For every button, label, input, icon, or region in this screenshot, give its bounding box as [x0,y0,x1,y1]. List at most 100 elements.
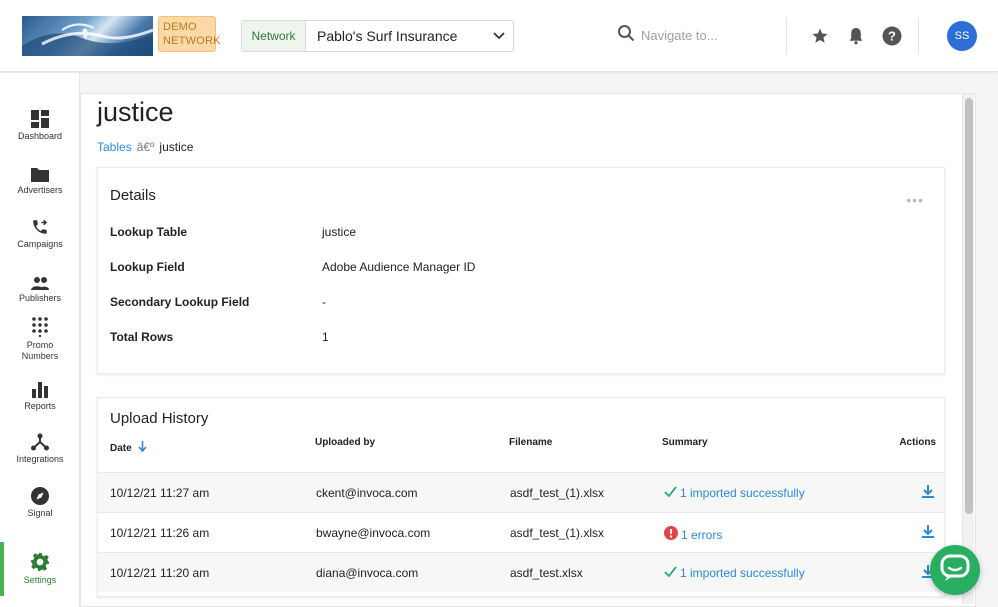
divider [786,18,787,54]
cell-uploaded-by: ckent@invoca.com [316,486,418,500]
chevron-down-icon[interactable] [485,32,513,40]
demo-network-badge: DEMO NETWORK [158,16,220,52]
summary-text: 1 imported successfully [680,566,805,580]
cell-filename: asdf_test.xlsx [510,566,583,580]
check-icon [664,486,677,500]
sidebar-item-integrations[interactable]: Integrations [0,429,80,465]
vertical-scrollbar[interactable] [962,94,974,604]
breadcrumb-tables-link[interactable]: Tables [97,140,132,154]
sidebar-item-settings[interactable]: Settings [0,542,80,596]
chat-button[interactable] [930,545,980,595]
sidebar-item-promo-numbers[interactable]: Promo Numbers [0,315,80,362]
detail-value: - [322,295,326,309]
detail-value: Adobe Audience Manager ID [322,260,476,274]
more-options-icon[interactable]: ••• [906,192,924,208]
download-icon[interactable] [922,525,934,541]
column-header-label: Date [110,442,132,454]
network-value: Pablo's Surf Insurance [317,28,458,44]
network-logo[interactable] [22,16,153,56]
user-avatar[interactable]: SS [947,21,977,51]
svg-text:?: ? [888,29,896,44]
sidebar-item-label: Dashboard [17,131,63,141]
sidebar-item-label: Publishers [18,293,62,303]
network-tag: Network [242,21,306,51]
bar-chart-icon [32,376,48,398]
sidebar-item-label: Settings [23,575,57,585]
error-icon [664,526,678,543]
cell-filename: asdf_test_(1).xlsx [510,526,605,540]
dashboard-icon [31,106,49,128]
sidebar-item-label: Promo Numbers [21,340,59,361]
detail-value: 1 [322,330,329,344]
cell-date: 10/12/21 11:27 am [110,486,210,500]
detail-label: Lookup Field [110,260,185,274]
cell-filename: asdf_test_(1).xlsx [510,486,605,500]
detail-row: Lookup Field Adobe Audience Manager ID [110,260,475,274]
sidebar-item-signal[interactable]: Signal [0,483,80,519]
summary-text: 1 errors [681,527,723,542]
column-header-filename: Filename [509,437,553,448]
table-row: 10/12/21 11:20 am diana@invoca.com asdf_… [98,552,944,592]
bell-icon[interactable] [845,25,867,47]
sidebar-item-campaigns[interactable]: Campaigns [0,214,80,250]
summary-text: 1 imported successfully [680,486,805,500]
search-icon[interactable] [617,24,635,47]
summary-link[interactable]: 1 imported successfully [664,486,805,500]
sidebar-item-reports[interactable]: Reports [0,376,80,412]
phone-forward-icon [31,214,49,236]
cell-uploaded-by: diana@invoca.com [316,566,419,580]
table-row: 10/12/21 11:27 am ckent@invoca.com asdf_… [98,472,944,512]
summary-link[interactable]: 1 imported successfully [664,566,805,580]
sidebar-item-dashboard[interactable]: Dashboard [0,106,80,142]
sidebar-item-label: Reports [24,401,56,411]
cell-date: 10/12/21 11:20 am [110,566,210,580]
table-row: 10/12/21 11:26 am bwayne@invoca.com asdf… [98,512,944,552]
cell-date: 10/12/21 11:26 am [110,526,210,540]
detail-label: Total Rows [110,330,174,344]
sidebar-item-publishers[interactable]: Publishers [0,268,80,304]
column-header-summary: Summary [662,437,708,448]
network-selector[interactable]: Network Pablo's Surf Insurance [241,20,514,52]
top-bar: DEMO NETWORK Network Pablo's Surf Insura… [0,0,998,72]
people-icon [30,268,50,290]
details-title: Details [110,187,156,204]
star-icon[interactable] [809,25,831,47]
cell-uploaded-by: bwayne@invoca.com [316,526,431,540]
upload-history-card: Upload History Date Uploaded by Filename… [97,397,945,597]
sidebar-item-label: Campaigns [17,239,63,249]
help-icon[interactable]: ? [881,25,903,47]
compass-icon [31,483,49,505]
detail-value: justice [322,225,357,239]
divider [918,18,919,54]
column-header-date[interactable]: Date [110,441,147,455]
sidebar-item-advertisers[interactable]: Advertisers [0,160,80,196]
detail-row: Lookup Table justice [110,225,356,239]
check-icon [664,566,677,580]
sidebar-item-label: Signal [27,508,53,518]
integrations-icon [31,429,49,451]
breadcrumb-current: justice [159,140,194,154]
detail-row: Secondary Lookup Field - [110,295,326,309]
detail-label: Lookup Table [110,225,188,239]
download-icon[interactable] [922,485,934,501]
summary-link[interactable]: 1 errors [664,526,722,543]
page-title: justice [97,97,174,127]
search-input[interactable] [641,28,781,43]
scrollbar-thumb[interactable] [965,98,973,514]
sidebar-item-label: Advertisers [17,185,63,195]
gear-icon [30,550,50,572]
upload-history-title: Upload History [110,410,209,427]
sidebar-item-label: Integrations [16,454,64,464]
chat-icon [940,554,970,587]
breadcrumb-separator: â€º [136,140,155,154]
navigate-search[interactable] [617,24,781,47]
detail-label: Secondary Lookup Field [110,295,250,309]
arrow-down-icon[interactable] [138,441,147,455]
detail-row: Total Rows 1 [110,330,329,344]
column-header-actions: Actions [899,437,936,448]
breadcrumb: Tables â€º justice [97,140,193,154]
column-header-uploaded-by: Uploaded by [315,437,376,448]
sidebar: Dashboard Advertisers Campaigns Publishe… [0,73,80,607]
folder-icon [31,160,49,182]
dialpad-icon [32,315,48,337]
